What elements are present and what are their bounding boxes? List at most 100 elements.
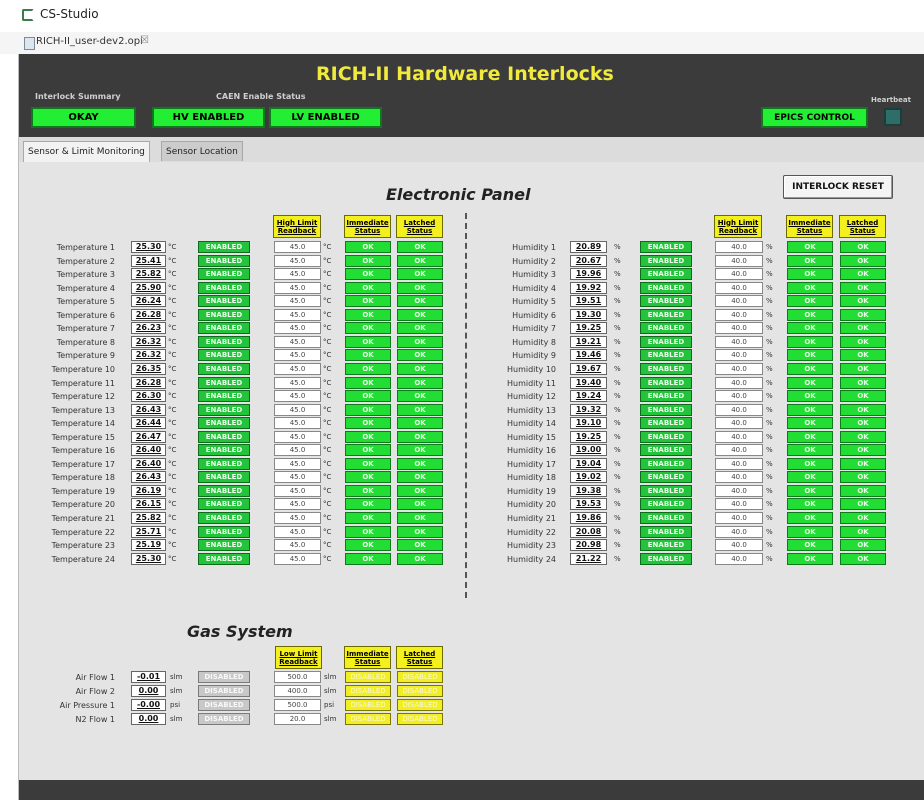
- high-limit-readback: 40.0: [715, 471, 763, 484]
- enable-toggle[interactable]: ENABLED: [640, 254, 692, 267]
- enable-toggle[interactable]: ENABLED: [640, 308, 692, 321]
- humidity-label: Humidity 8: [512, 337, 556, 347]
- high-limit-readback: 40.0: [715, 335, 763, 348]
- enable-toggle[interactable]: ENABLED: [640, 552, 692, 565]
- col-header-line2: Status: [354, 657, 381, 666]
- enable-toggle[interactable]: ENABLED: [640, 471, 692, 484]
- limit-unit: %: [766, 554, 773, 563]
- humidity-unit: %: [614, 364, 621, 373]
- enable-toggle[interactable]: ENABLED: [640, 241, 692, 253]
- immediate-status-led: OK: [787, 457, 833, 470]
- interlock-summary-indicator: OKAY: [31, 107, 136, 128]
- limit-unit: %: [766, 459, 773, 468]
- table-row: Humidity 12 19.24% ENABLED 40.0% OK OK: [0, 390, 910, 404]
- immediate-status-led: OK: [787, 322, 833, 335]
- enable-toggle[interactable]: DISABLED: [198, 671, 250, 683]
- humidity-unit: %: [614, 554, 621, 563]
- immediate-status-led: OK: [787, 349, 833, 362]
- humidity-unit: %: [614, 270, 621, 279]
- table-row: Humidity 20 19.53% ENABLED 40.0% OK OK: [0, 498, 910, 512]
- enable-toggle[interactable]: DISABLED: [198, 713, 250, 725]
- latched-status-led: OK: [840, 430, 886, 443]
- high-limit-readback: 40.0: [715, 498, 763, 511]
- enable-toggle[interactable]: ENABLED: [640, 335, 692, 348]
- table-row: Humidity 8 19.21% ENABLED 40.0% OK OK: [0, 335, 910, 350]
- limit-unit: %: [766, 473, 773, 482]
- enable-toggle[interactable]: ENABLED: [640, 525, 692, 538]
- high-limit-readback: 40.0: [715, 254, 763, 267]
- table-row: N2 Flow 1 0.00 slm DISABLED 20.0 slm DISABLED D…: [0, 713, 460, 727]
- humidity-label: Humidity 6: [512, 310, 556, 320]
- table-row: Humidity 24 21.22% ENABLED 40.0% OK OK: [0, 552, 910, 567]
- latched-status-led: DISABLED: [397, 685, 443, 697]
- enable-toggle[interactable]: ENABLED: [640, 322, 692, 335]
- humidity-label: Humidity 7: [512, 324, 556, 334]
- latched-status-led: OK: [840, 254, 886, 267]
- high-limit-readback: 40.0: [715, 362, 763, 375]
- high-limit-readback: 40.0: [715, 376, 763, 389]
- humidity-unit: %: [614, 446, 621, 455]
- humidity-label: Humidity 24: [507, 554, 556, 564]
- table-row: Humidity 7 19.25% ENABLED 40.0% OK OK: [0, 322, 910, 336]
- cs-studio-logo-icon: [22, 9, 34, 21]
- col-header-line1: Low Limit: [279, 649, 318, 658]
- enable-toggle[interactable]: ENABLED: [640, 498, 692, 511]
- enable-toggle[interactable]: DISABLED: [198, 685, 250, 697]
- humidity-value: 19.86: [570, 512, 607, 524]
- table-row: Humidity 17 19.04% ENABLED 40.0% OK OK: [0, 457, 910, 472]
- gas-sensor-unit: slm: [170, 715, 183, 723]
- humidity-unit: %: [614, 459, 621, 468]
- col-header-line2: Status: [406, 226, 433, 235]
- latched-status-led: OK: [840, 281, 886, 294]
- immediate-status-led: OK: [787, 525, 833, 538]
- tab-sensor-limit-monitoring[interactable]: Sensor & Limit Monitoring: [23, 141, 150, 162]
- tab-sensor-location[interactable]: Sensor Location: [161, 141, 243, 161]
- humidity-value: 19.25: [570, 430, 607, 443]
- enable-toggle[interactable]: ENABLED: [640, 268, 692, 281]
- high-limit-readback: 40.0: [715, 403, 763, 416]
- high-limit-readback: 40.0: [715, 552, 763, 565]
- enable-toggle[interactable]: ENABLED: [640, 295, 692, 308]
- enable-toggle[interactable]: DISABLED: [198, 699, 250, 711]
- table-row: Humidity 14 19.10% ENABLED 40.0% OK OK: [0, 417, 910, 431]
- epics-control-button[interactable]: EPICS CONTROL: [761, 107, 868, 128]
- humidity-unit: %: [614, 432, 621, 441]
- humidity-unit: %: [614, 392, 621, 401]
- enable-toggle[interactable]: ENABLED: [640, 512, 692, 524]
- interlock-reset-button[interactable]: INTERLOCK RESET: [783, 175, 893, 199]
- enable-toggle[interactable]: ENABLED: [640, 417, 692, 430]
- humidity-label: Humidity 18: [507, 473, 556, 483]
- humidity-label: Humidity 17: [507, 459, 556, 469]
- immediate-status-led: OK: [787, 471, 833, 484]
- enable-toggle[interactable]: ENABLED: [640, 281, 692, 294]
- enable-toggle[interactable]: ENABLED: [640, 349, 692, 362]
- latched-status-led: OK: [840, 525, 886, 538]
- gas-sensor-value: 0.00: [131, 685, 166, 697]
- col-header-line1: Immediate: [346, 218, 389, 227]
- humidity-unit: %: [614, 310, 621, 319]
- enable-toggle[interactable]: ENABLED: [640, 484, 692, 497]
- col-header-line2: Readback: [279, 657, 318, 666]
- table-row: Humidity 9 19.46% ENABLED 40.0% OK OK: [0, 349, 910, 363]
- table-row: Air Flow 2 0.00 slm DISABLED 400.0 slm DISABLE…: [0, 685, 460, 699]
- immediate-status-led: OK: [787, 308, 833, 321]
- editor-tab-file[interactable]: RICH-II_user-dev2.opi: [36, 36, 143, 47]
- humidity-label: Humidity 20: [507, 500, 556, 510]
- immediate-status-led: OK: [787, 552, 833, 565]
- enable-toggle[interactable]: ENABLED: [640, 457, 692, 470]
- enable-toggle[interactable]: ENABLED: [640, 390, 692, 403]
- tab-close-icon[interactable]: ☒: [140, 35, 149, 46]
- col-header-line1: Latched: [403, 218, 436, 227]
- enable-toggle[interactable]: ENABLED: [640, 539, 692, 552]
- humidity-value: 20.89: [570, 241, 607, 253]
- editor-tab-row: RICH-II_user-dev2.opi ☒: [0, 32, 924, 55]
- enable-toggle[interactable]: ENABLED: [640, 376, 692, 389]
- temp-immediate-status-header: Immediate Status: [344, 215, 391, 238]
- enable-toggle[interactable]: ENABLED: [640, 444, 692, 457]
- immediate-status-led: DISABLED: [345, 671, 391, 683]
- enable-toggle[interactable]: ENABLED: [640, 430, 692, 443]
- enable-toggle[interactable]: ENABLED: [640, 362, 692, 375]
- enable-toggle[interactable]: ENABLED: [640, 403, 692, 416]
- humidity-label: Humidity 1: [512, 243, 556, 252]
- col-header-line2: Status: [849, 226, 876, 235]
